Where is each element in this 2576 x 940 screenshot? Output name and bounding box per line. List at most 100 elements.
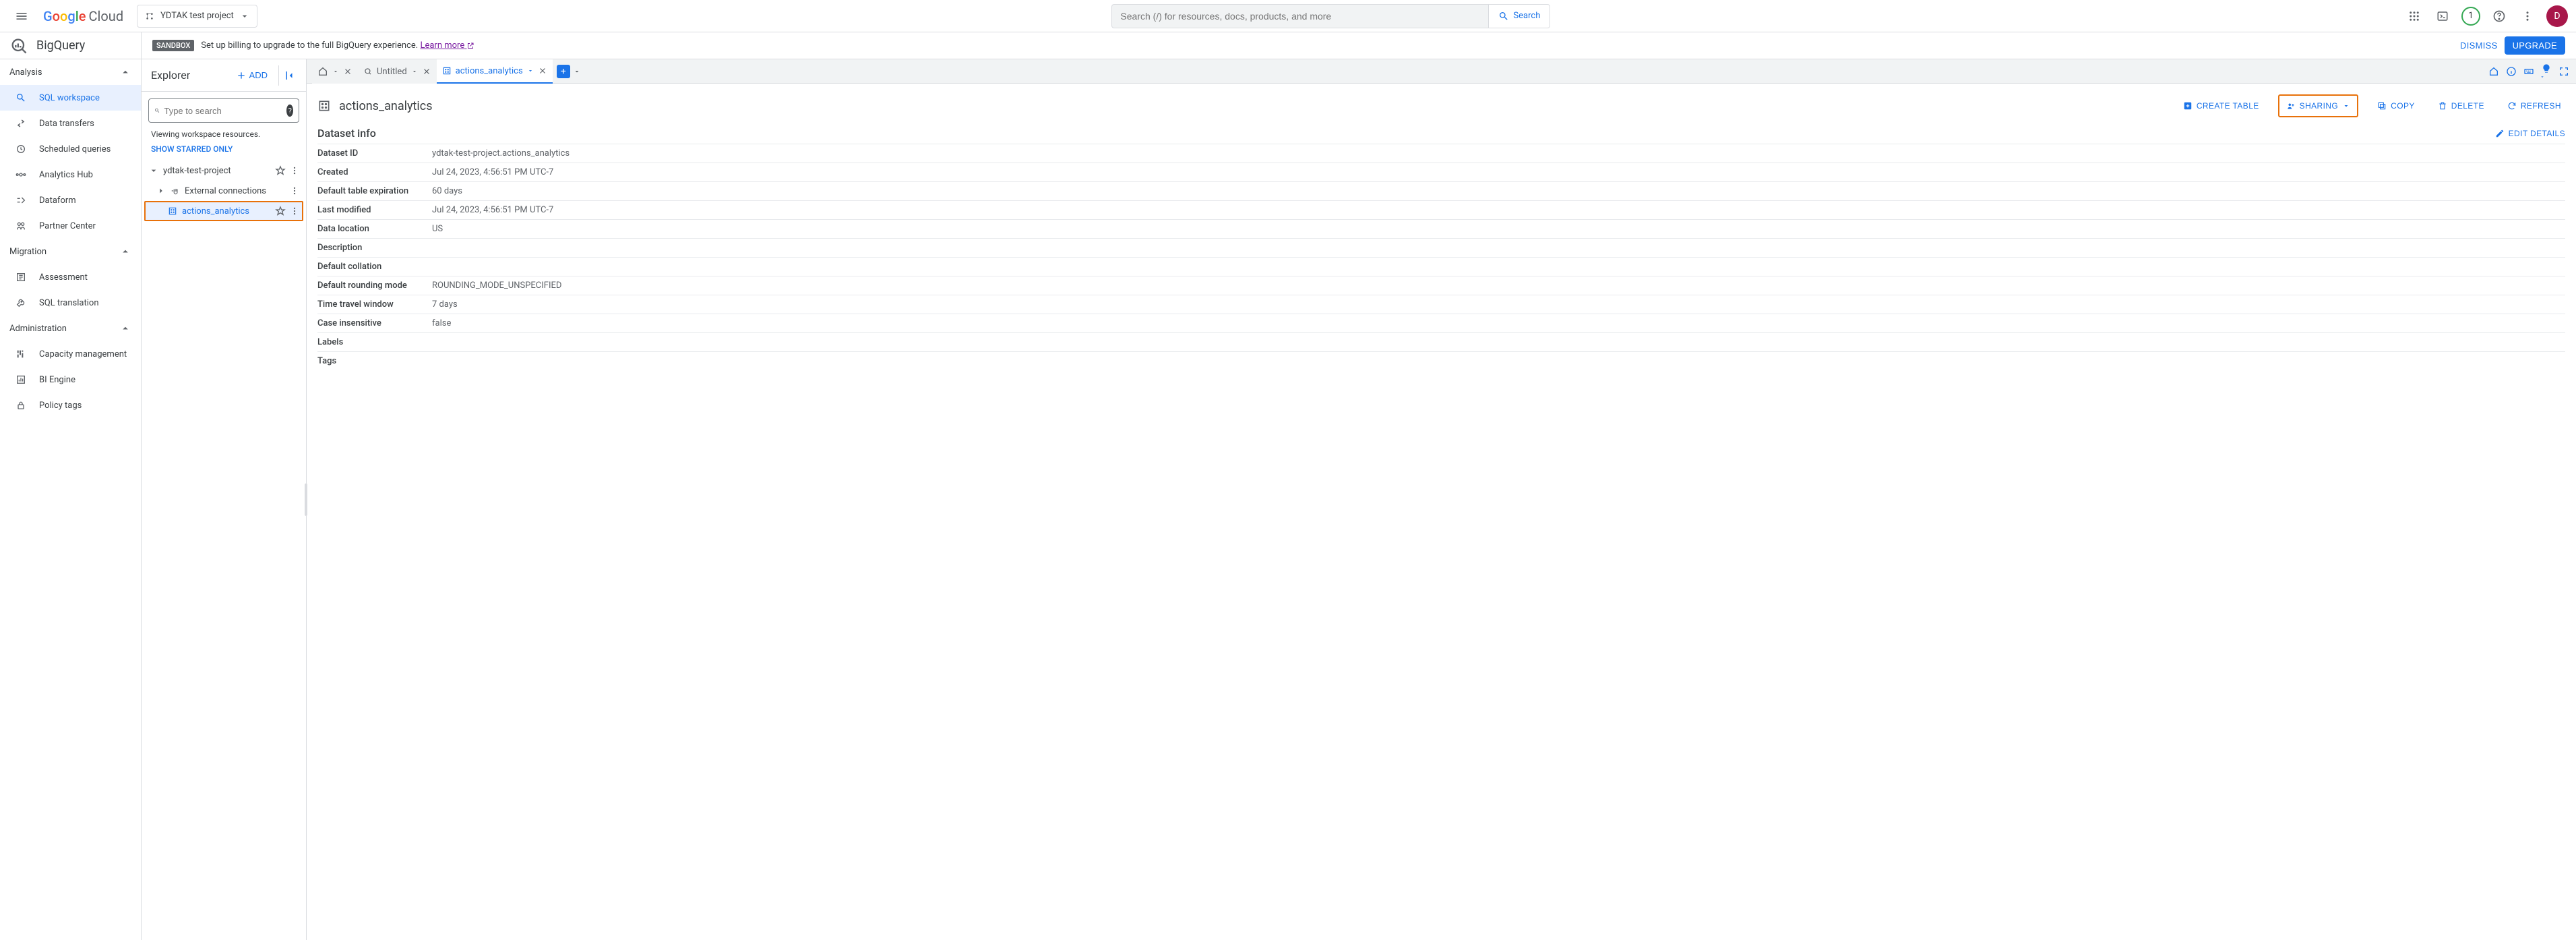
add-button[interactable]: ADD xyxy=(231,66,273,85)
query-icon xyxy=(363,67,373,76)
sidebar-item-sql-translation[interactable]: SQL translation xyxy=(0,290,141,316)
info-key: Default table expiration xyxy=(317,182,432,201)
chevron-down-icon[interactable] xyxy=(573,67,581,76)
global-search-box[interactable] xyxy=(1111,4,1489,28)
close-icon[interactable] xyxy=(538,66,547,76)
content-area: Untitled actions_analytics + xyxy=(307,59,2576,940)
action-label: REFRESH xyxy=(2521,101,2561,111)
sidebar-item-label: Assessment xyxy=(39,272,88,283)
cloud-shell-icon[interactable] xyxy=(2433,7,2452,26)
dismiss-button[interactable]: DISMISS xyxy=(2460,40,2498,51)
tree-external-connections[interactable]: External connections xyxy=(144,181,303,201)
sidebar-item-data-transfers[interactable]: Data transfers xyxy=(0,111,141,136)
new-tab-button[interactable]: + xyxy=(557,65,570,78)
keyboard-icon[interactable] xyxy=(2523,66,2534,77)
learn-more-link[interactable]: Learn more xyxy=(420,40,474,51)
sidebar-item-label: Scheduled queries xyxy=(39,144,111,154)
close-icon[interactable] xyxy=(422,67,431,76)
info-value xyxy=(432,352,2565,371)
badge-count: 1 xyxy=(2468,11,2473,21)
sidebar-item-label: Dataform xyxy=(39,196,76,206)
sidebar-item-scheduled-queries[interactable]: Scheduled queries xyxy=(0,136,141,162)
lightbulb-icon[interactable] xyxy=(2541,63,2552,80)
fullscreen-icon[interactable] xyxy=(2558,66,2569,77)
chevron-right-icon xyxy=(156,186,166,196)
hamburger-icon[interactable] xyxy=(8,3,35,30)
sharing-button[interactable]: SHARING xyxy=(2278,94,2358,117)
info-row: Data locationUS xyxy=(317,220,2565,239)
edit-details-label: EDIT DETAILS xyxy=(2509,129,2565,138)
more-vert-icon[interactable] xyxy=(290,206,299,216)
dataset-info-table: Dataset IDydtak-test-project.actions_ana… xyxy=(317,144,2565,370)
section-migration[interactable]: Migration xyxy=(0,239,141,264)
help-icon[interactable] xyxy=(2490,7,2509,26)
explorer-search-input[interactable] xyxy=(164,106,282,116)
delete-button[interactable]: DELETE xyxy=(2434,97,2488,115)
sidebar-item-policy-tags[interactable]: Policy tags xyxy=(0,392,141,418)
info-row: Dataset IDydtak-test-project.actions_ana… xyxy=(317,144,2565,163)
project-picker[interactable]: YDTAK test project xyxy=(137,5,257,28)
info-icon[interactable] xyxy=(2506,66,2517,77)
more-vert-icon[interactable] xyxy=(290,166,299,175)
close-icon[interactable] xyxy=(343,67,352,76)
user-avatar[interactable]: D xyxy=(2546,5,2568,27)
chevron-down-icon xyxy=(527,67,534,74)
more-vert-icon[interactable] xyxy=(2518,7,2537,26)
sidebar-item-analytics-hub[interactable]: Analytics Hub xyxy=(0,162,141,187)
sidebar-item-label: Data transfers xyxy=(39,119,94,129)
sidebar-item-sql-workspace[interactable]: SQL workspace xyxy=(0,85,141,111)
home-tab[interactable] xyxy=(312,59,358,84)
refresh-button[interactable]: REFRESH xyxy=(2503,97,2565,115)
untitled-tab[interactable]: Untitled xyxy=(358,59,437,84)
global-search-input[interactable] xyxy=(1120,11,1480,22)
section-administration[interactable]: Administration xyxy=(0,316,141,341)
info-key: Description xyxy=(317,239,432,258)
search-icon xyxy=(1498,11,1509,22)
action-label: CREATE TABLE xyxy=(2197,101,2259,111)
sidebar-item-partner-center[interactable]: Partner Center xyxy=(0,213,141,239)
info-key: Created xyxy=(317,163,432,182)
info-value: US xyxy=(432,220,2565,239)
notifications-badge[interactable]: 1 xyxy=(2461,7,2480,26)
tree-dataset-row[interactable]: actions_analytics xyxy=(144,201,303,221)
sidebar-item-dataform[interactable]: Dataform xyxy=(0,187,141,213)
more-vert-icon[interactable] xyxy=(290,186,299,196)
sidebar-item-capacity-management[interactable]: Capacity management xyxy=(0,341,141,367)
explorer-search[interactable]: ? xyxy=(148,98,299,123)
avatar-initial: D xyxy=(2554,11,2560,22)
star-icon[interactable] xyxy=(275,165,286,176)
resize-handle[interactable] xyxy=(305,483,307,516)
collapse-panel-button[interactable] xyxy=(278,65,299,86)
tree-project-row[interactable]: ydtak-test-project xyxy=(144,160,303,181)
star-icon[interactable] xyxy=(275,206,286,216)
section-label: Analysis xyxy=(9,67,42,78)
content-title: actions_analytics xyxy=(339,99,433,113)
main-layout: Analysis SQL workspace Data transfers Sc… xyxy=(0,59,2576,940)
home-shortcut-icon[interactable] xyxy=(2488,66,2499,77)
copy-button[interactable]: COPY xyxy=(2373,97,2419,115)
partner-icon xyxy=(16,221,26,231)
sidebar-item-label: Capacity management xyxy=(39,349,127,359)
show-starred-button[interactable]: SHOW STARRED ONLY xyxy=(142,142,306,160)
sidebar-item-assessment[interactable]: Assessment xyxy=(0,264,141,290)
info-key: Default rounding mode xyxy=(317,276,432,295)
info-value xyxy=(432,333,2565,352)
project-name: YDTAK test project xyxy=(160,11,234,21)
help-hint-icon[interactable]: ? xyxy=(286,105,293,117)
edit-details-button[interactable]: EDIT DETAILS xyxy=(2495,129,2565,138)
global-search-button[interactable]: Search xyxy=(1489,4,1550,28)
apps-grid-icon[interactable] xyxy=(2405,7,2424,26)
chevron-down-icon xyxy=(411,68,418,75)
chevron-up-icon xyxy=(119,322,131,334)
google-cloud-logo[interactable]: Google Cloud xyxy=(43,8,123,24)
info-key: Last modified xyxy=(317,201,432,220)
create-table-button[interactable]: CREATE TABLE xyxy=(2179,97,2263,115)
action-label: COPY xyxy=(2391,101,2415,111)
add-label: ADD xyxy=(249,70,268,80)
sidebar-item-bi-engine[interactable]: BI Engine xyxy=(0,367,141,392)
refresh-icon xyxy=(2507,101,2517,111)
active-tab[interactable]: actions_analytics xyxy=(437,59,553,84)
upgrade-button[interactable]: UPGRADE xyxy=(2505,36,2565,55)
section-analysis[interactable]: Analysis xyxy=(0,59,141,85)
bi-engine-icon xyxy=(16,374,26,385)
